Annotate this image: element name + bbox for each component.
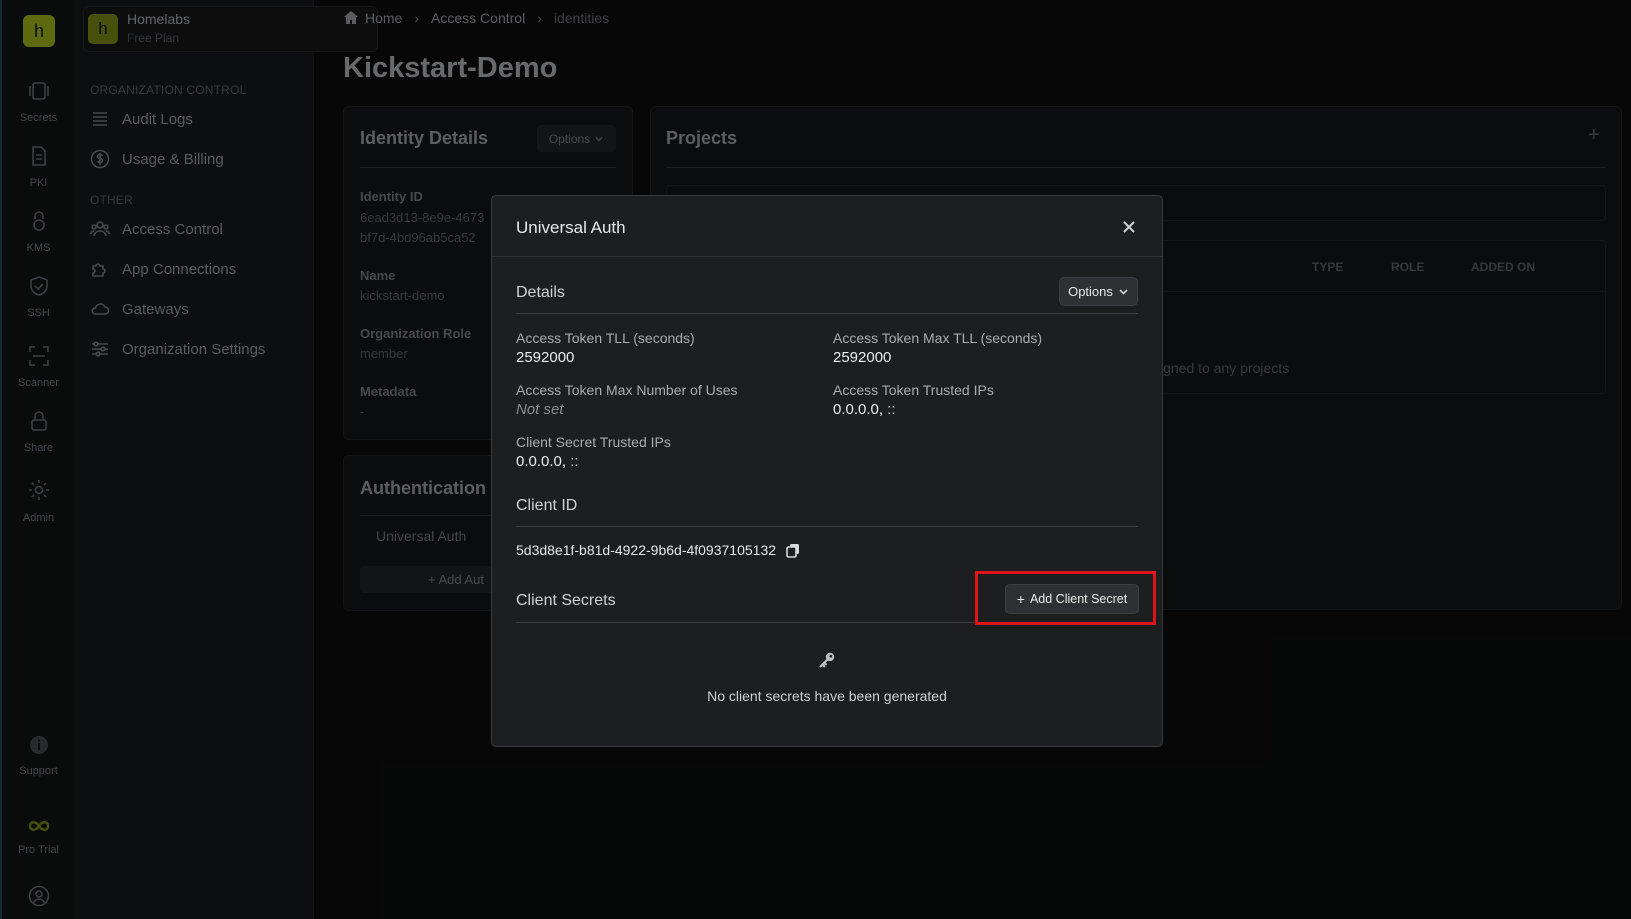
- close-button[interactable]: [1118, 216, 1140, 238]
- details-section-title: Details: [516, 284, 565, 301]
- access-token-ttl-label: Access Token TLL (seconds): [516, 330, 695, 346]
- close-icon: [1123, 221, 1135, 233]
- details-options-button[interactable]: Options: [1059, 277, 1138, 306]
- access-token-trusted-ips-value: 0.0.0.0, ::: [833, 401, 896, 418]
- copy-icon: [786, 543, 800, 558]
- client-id-section-title: Client ID: [516, 497, 578, 514]
- chevron-down-icon: [1119, 289, 1128, 295]
- universal-auth-modal: Universal Auth Details Options Access To…: [491, 195, 1163, 747]
- client-secret-trusted-ips-label: Client Secret Trusted IPs: [516, 434, 671, 450]
- divider: [516, 622, 1138, 623]
- options-label: Options: [1068, 284, 1113, 299]
- client-id-row: 5d3d8e1f-b81d-4922-9b6d-4f0937105132: [516, 542, 800, 558]
- divider: [516, 313, 1138, 314]
- key-icon: [818, 651, 836, 674]
- modal-title: Universal Auth: [516, 218, 626, 237]
- max-uses-value: Not set: [516, 401, 564, 418]
- access-token-trusted-ips-label: Access Token Trusted IPs: [833, 382, 994, 398]
- copy-button[interactable]: [786, 543, 800, 558]
- client-id-value: 5d3d8e1f-b81d-4922-9b6d-4f0937105132: [516, 542, 777, 558]
- divider: [492, 256, 1162, 257]
- max-uses-label: Access Token Max Number of Uses: [516, 382, 738, 398]
- empty-state-text: No client secrets have been generated: [707, 688, 947, 704]
- client-secrets-section-title: Client Secrets: [516, 592, 616, 609]
- plus-icon: +: [1016, 591, 1025, 607]
- add-client-secret-label: Add Client Secret: [1029, 592, 1128, 606]
- access-token-ttl-value: 2592000: [516, 349, 575, 366]
- access-token-max-ttl-label: Access Token Max TLL (seconds): [833, 330, 1043, 346]
- add-client-secret-button[interactable]: + Add Client Secret: [1005, 584, 1139, 614]
- access-token-max-ttl-value: 2592000: [833, 349, 892, 366]
- client-secret-trusted-ips-value: 0.0.0.0, ::: [516, 453, 579, 470]
- divider: [516, 526, 1138, 527]
